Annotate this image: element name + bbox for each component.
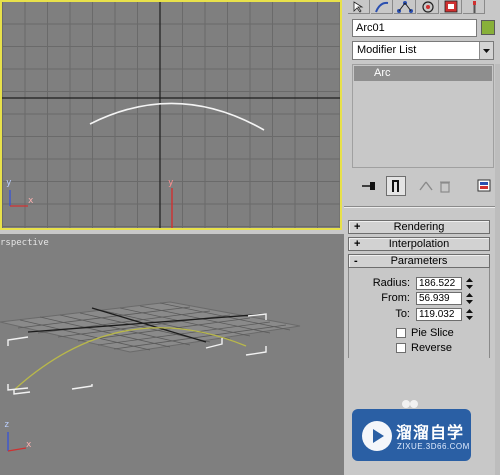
rendering-rollout-header[interactable]: + Rendering — [348, 220, 490, 234]
radius-spinner-arrows[interactable] — [465, 277, 474, 290]
from-label: From: — [381, 292, 410, 304]
object-name-field[interactable]: Arc01 — [352, 19, 477, 37]
cursor-icon — [353, 1, 364, 13]
motion-tab[interactable] — [417, 0, 439, 14]
parameters-rollout-title: Parameters — [390, 255, 448, 267]
persp-tripod-z-label: z — [4, 420, 10, 430]
modifier-list-label: Modifier List — [357, 44, 417, 56]
tripod-y-label: y — [6, 178, 12, 188]
to-label: To: — [395, 308, 410, 320]
display-icon — [444, 0, 458, 13]
panel-grip-dot — [402, 400, 410, 408]
watermark-title: 溜溜自学 — [396, 425, 465, 442]
command-panel: Arc01 Modifier List Arc + Rendering + In… — [344, 0, 500, 475]
create-tab[interactable] — [348, 0, 370, 14]
stack-item-arc[interactable]: Arc — [354, 66, 492, 81]
utilities-tab[interactable] — [463, 0, 485, 14]
from-spinner-arrows[interactable] — [465, 292, 474, 305]
motion-icon — [422, 1, 434, 13]
interpolation-rollout-title: Interpolation — [388, 238, 450, 250]
dropdown-arrow-icon[interactable] — [479, 42, 493, 59]
from-input[interactable]: 56.939 — [416, 292, 462, 305]
modify-tab[interactable] — [371, 0, 393, 14]
modifier-list-dropdown[interactable]: Modifier List — [352, 41, 494, 60]
to-input[interactable]: 119.032 — [416, 308, 462, 321]
to-spinner-arrows[interactable] — [465, 308, 474, 321]
perspective-grid-plane — [0, 301, 301, 353]
perspective-viewport[interactable]: rspective x z — [0, 234, 344, 475]
show-end-result-button[interactable] — [386, 176, 406, 196]
object-color-swatch[interactable] — [481, 20, 495, 35]
pivot-y-label: y — [168, 178, 174, 188]
top-viewport[interactable]: x y y — [0, 0, 342, 230]
reverse-label: Reverse — [411, 342, 452, 354]
watermark-url: ZIXUE.3D66.COM — [397, 442, 470, 451]
panel-separator-highlight — [344, 207, 500, 208]
pin-stack-icon[interactable] — [360, 176, 378, 196]
hierarchy-tab[interactable] — [394, 0, 416, 14]
configure-modifier-sets-icon[interactable] — [476, 176, 492, 196]
watermark-logo: 溜溜自学 ZIXUE.3D66.COM — [352, 409, 471, 461]
display-tab[interactable] — [440, 0, 462, 14]
radius-input[interactable]: 186.522 — [416, 277, 462, 290]
pie-slice-label: Pie Slice — [411, 327, 454, 339]
perspective-canvas — [0, 301, 301, 452]
panel-grip-dot — [410, 400, 418, 408]
curve-icon — [375, 1, 389, 13]
modifier-stack: Arc — [352, 64, 494, 168]
remove-modifier-icon[interactable] — [438, 176, 452, 196]
hierarchy-icon — [397, 1, 413, 13]
rendering-rollout-title: Rendering — [393, 221, 445, 233]
persp-tripod-x-line — [7, 447, 27, 452]
hammer-icon — [473, 1, 476, 13]
top-viewport-canvas — [2, 2, 340, 228]
play-logo-icon — [362, 421, 392, 451]
persp-tripod-x-label: x — [26, 440, 32, 450]
radius-label: Radius: — [372, 277, 410, 289]
tripod-x-label: x — [28, 196, 34, 206]
parameters-rollout-header[interactable]: - Parameters — [348, 254, 490, 268]
interpolation-rollout-header[interactable]: + Interpolation — [348, 237, 490, 251]
pie-slice-checkbox[interactable] — [396, 328, 406, 338]
arc-shape[interactable] — [89, 102, 265, 131]
panel-scrollbar[interactable] — [495, 64, 500, 475]
make-unique-icon[interactable] — [418, 176, 434, 196]
stack-toolbar — [352, 176, 494, 198]
reverse-checkbox[interactable] — [396, 343, 406, 353]
